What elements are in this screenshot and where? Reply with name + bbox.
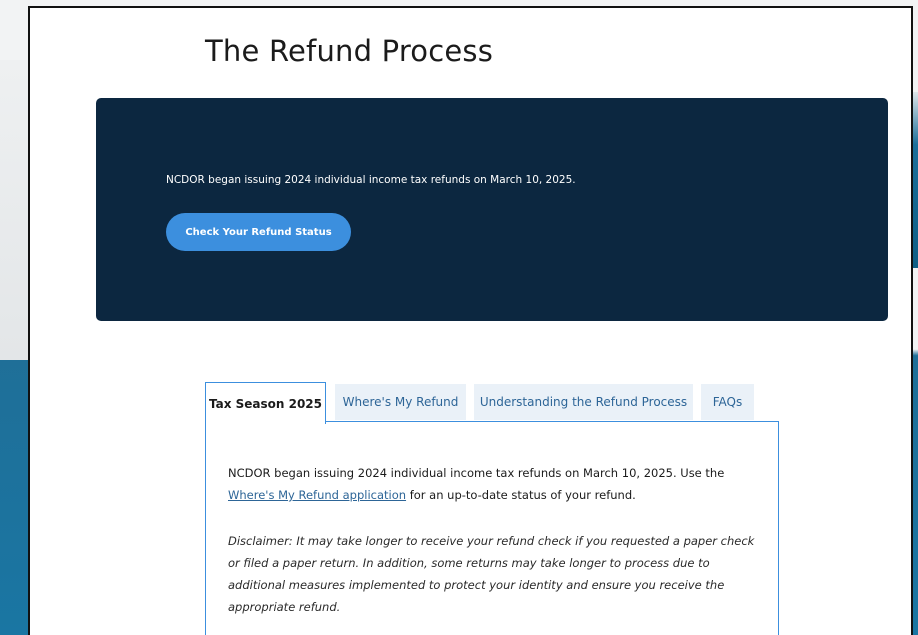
panel-intro-text-end: for an up-to-date status of your refund. xyxy=(406,488,636,502)
browser-page: The Refund Process NCDOR began issuing 2… xyxy=(28,6,913,635)
check-refund-status-button[interactable]: Check Your Refund Status xyxy=(166,213,351,251)
background-panel-left xyxy=(0,60,30,360)
panel-intro-text: NCDOR began issuing 2024 individual inco… xyxy=(228,466,725,480)
wheres-my-refund-link[interactable]: Where's My Refund application xyxy=(228,488,406,502)
tab-wheres-my-refund[interactable]: Where's My Refund xyxy=(335,384,466,420)
tab-understanding-refund-process[interactable]: Understanding the Refund Process xyxy=(474,384,693,420)
tab-panel-tax-season-2025: NCDOR began issuing 2024 individual inco… xyxy=(205,421,779,635)
panel-intro-paragraph: NCDOR began issuing 2024 individual inco… xyxy=(228,462,758,506)
page-title: The Refund Process xyxy=(205,34,494,68)
tab-tax-season-2025[interactable]: Tax Season 2025 xyxy=(205,382,326,424)
refund-hero-banner: NCDOR began issuing 2024 individual inco… xyxy=(96,98,888,321)
tab-faqs[interactable]: FAQs xyxy=(701,384,754,420)
hero-announcement-text: NCDOR began issuing 2024 individual inco… xyxy=(166,174,576,186)
panel-disclaimer: Disclaimer: It may take longer to receiv… xyxy=(228,534,755,614)
